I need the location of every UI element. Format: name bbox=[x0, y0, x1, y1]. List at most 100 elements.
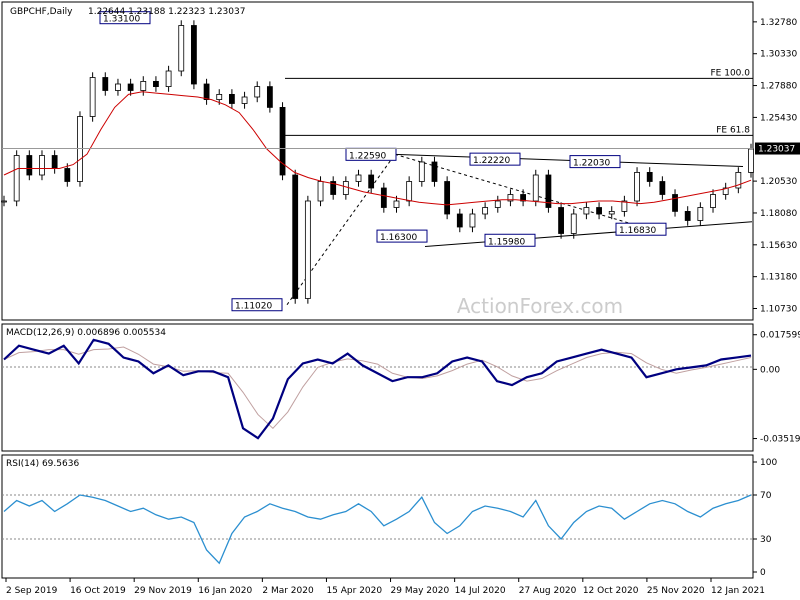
candle-body bbox=[456, 213, 463, 228]
rsi-tick-label: 70 bbox=[760, 491, 772, 501]
x-tick-label: 12 Oct 2020 bbox=[583, 586, 639, 596]
candle-body bbox=[355, 174, 362, 182]
price-tick-label: 1.30330 bbox=[760, 50, 797, 60]
candle-body bbox=[444, 181, 451, 215]
price-label-text: 1.22030 bbox=[573, 159, 610, 169]
candle-body bbox=[254, 86, 261, 98]
fib-label: FE 61.8 bbox=[716, 125, 750, 135]
candle-body bbox=[406, 181, 413, 202]
rsi-panel bbox=[1, 454, 754, 579]
rsi-tick-label: 0 bbox=[760, 568, 766, 578]
rsi-y-axis: 100 70 30 0 bbox=[753, 458, 777, 578]
price-label-text: 1.16830 bbox=[619, 226, 656, 236]
candle-body bbox=[748, 148, 754, 173]
candle-body bbox=[64, 168, 71, 182]
price-tick-label: 1.18080 bbox=[760, 209, 797, 219]
candle-body bbox=[710, 194, 716, 208]
x-tick-label: 29 Nov 2019 bbox=[134, 586, 192, 596]
price-label: 1.22220 bbox=[469, 152, 521, 166]
x-tick-label: 25 Nov 2020 bbox=[647, 586, 705, 596]
price-tick-label: 1.15630 bbox=[760, 241, 797, 251]
price-label: 1.11020 bbox=[231, 298, 283, 312]
candle-body bbox=[26, 155, 33, 176]
candle-body bbox=[418, 161, 425, 182]
candle-body bbox=[1, 200, 7, 203]
candle-body bbox=[697, 207, 704, 221]
symbol-label: GBPCHF,Daily bbox=[10, 7, 73, 17]
candle-body bbox=[558, 207, 564, 234]
candle-body bbox=[127, 83, 134, 91]
candle-body bbox=[684, 210, 691, 221]
price-label-text: 1.22220 bbox=[473, 156, 510, 166]
macd-label: MACD(12,26,9) 0.006896 0.005534 bbox=[6, 328, 166, 338]
price-tick-label: 1.32780 bbox=[760, 18, 797, 28]
x-tick-label: 15 Apr 2020 bbox=[326, 586, 382, 596]
price-label-text: 1.22590 bbox=[349, 151, 386, 161]
x-tick-label: 12 Jan 2021 bbox=[711, 586, 765, 596]
candle-body bbox=[13, 155, 20, 202]
candle-body bbox=[469, 213, 476, 228]
candle-body bbox=[115, 83, 121, 91]
candle-body bbox=[216, 94, 223, 101]
candle-body bbox=[342, 181, 349, 195]
candle-body bbox=[570, 213, 577, 234]
candle-body bbox=[646, 171, 653, 182]
chart-area: ActionForex.com 1.32780 1.30330 1.27880 1.2… bbox=[1, 1, 800, 596]
macd-panel bbox=[1, 323, 754, 452]
price-label: 1.16830 bbox=[615, 222, 667, 236]
candle-body bbox=[165, 70, 172, 87]
candle-body bbox=[51, 155, 58, 169]
price-label-text: 1.15980 bbox=[488, 237, 525, 247]
macd-tick-label: 0.017599 bbox=[760, 331, 800, 341]
candle-body bbox=[380, 187, 387, 208]
ohlc-label: 1.22644 1.23188 1.22323 1.23037 bbox=[88, 7, 245, 17]
price-label: 1.15980 bbox=[484, 233, 536, 247]
price-tick-label: 1.10730 bbox=[760, 305, 797, 315]
candle-body bbox=[596, 207, 602, 215]
candle-body bbox=[39, 155, 45, 176]
candle-body bbox=[672, 194, 678, 212]
candle-body bbox=[317, 181, 324, 202]
price-label: 1.22030 bbox=[569, 155, 621, 169]
candle-body bbox=[393, 200, 400, 208]
candle-body bbox=[191, 25, 197, 85]
candle-body bbox=[228, 94, 235, 104]
x-tick-label: 29 May 2020 bbox=[391, 586, 450, 596]
candle-body bbox=[608, 210, 615, 215]
macd-y-axis: 0.017599 0.00 -0.035194 bbox=[753, 331, 800, 445]
rsi-tick-label: 100 bbox=[760, 458, 777, 468]
current-price-text: 1.23037 bbox=[758, 145, 795, 155]
candle-body bbox=[659, 181, 666, 195]
candle-body bbox=[241, 96, 248, 104]
candle-body bbox=[532, 174, 539, 202]
candle-body bbox=[153, 81, 159, 88]
rsi-tick-label: 30 bbox=[760, 535, 772, 545]
candle-body bbox=[178, 25, 185, 72]
price-tick-label: 1.25430 bbox=[760, 113, 797, 123]
price-tick-label: 1.20530 bbox=[760, 177, 797, 187]
price-label: 1.16300 bbox=[376, 229, 428, 243]
price-label-text: 1.16300 bbox=[380, 233, 417, 243]
x-tick-label: 16 Jan 2020 bbox=[198, 586, 252, 596]
fib-label: FE 100.0 bbox=[711, 68, 751, 78]
macd-tick-label: 0.00 bbox=[760, 365, 780, 375]
candle-body bbox=[292, 174, 299, 299]
price-tick-label: 1.13180 bbox=[760, 273, 797, 283]
x-tick-label: 14 Jul 2020 bbox=[455, 586, 506, 596]
candle-body bbox=[368, 174, 375, 189]
candle-body bbox=[482, 207, 489, 215]
price-label-text: 1.11020 bbox=[235, 302, 272, 312]
candle-body bbox=[203, 83, 210, 101]
candle-body bbox=[634, 171, 640, 202]
candle-body bbox=[102, 77, 109, 91]
candle-body bbox=[431, 161, 438, 182]
x-tick-label: 27 Aug 2020 bbox=[519, 586, 577, 596]
rsi-label: RSI(14) 69.5636 bbox=[6, 459, 79, 469]
candle-body bbox=[494, 200, 501, 208]
price-tick-label: 1.27880 bbox=[760, 82, 797, 92]
x-axis: 2 Sep 2019 16 Oct 2019 29 Nov 2019 16 Jan 2… bbox=[5, 578, 765, 596]
candle-body bbox=[304, 200, 311, 299]
candle-body bbox=[583, 207, 590, 215]
price-y-axis: 1.32780 1.30330 1.27880 1.25430 1.20530 1.180… bbox=[753, 18, 797, 315]
x-tick-label: 16 Oct 2019 bbox=[70, 586, 126, 596]
